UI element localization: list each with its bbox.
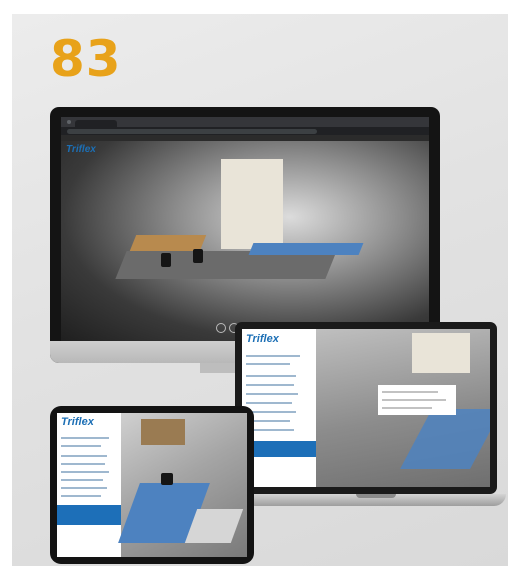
tablet-sidebar: Triflex bbox=[57, 413, 121, 557]
laptop: Triflex bbox=[235, 322, 497, 494]
popup-line bbox=[382, 391, 438, 393]
menu-item[interactable] bbox=[61, 487, 107, 489]
laptop-screen: Triflex bbox=[242, 329, 490, 487]
tablet-3d-scene[interactable] bbox=[118, 413, 247, 557]
brand-logo: Triflex bbox=[61, 416, 94, 428]
pedestal bbox=[161, 253, 171, 267]
concrete-slab bbox=[115, 251, 337, 279]
menu-item[interactable] bbox=[246, 393, 298, 395]
browser-address-row bbox=[61, 127, 429, 135]
menu-item[interactable] bbox=[61, 495, 101, 497]
browser-tab[interactable] bbox=[75, 120, 117, 127]
laptop-notch bbox=[356, 494, 396, 498]
window-dot-icon bbox=[67, 120, 71, 124]
blue-membrane bbox=[400, 409, 490, 469]
menu-item[interactable] bbox=[61, 471, 109, 473]
window-frame bbox=[412, 333, 470, 373]
laptop-3d-scene[interactable] bbox=[316, 329, 490, 487]
address-bar[interactable] bbox=[67, 128, 317, 134]
menu-item[interactable] bbox=[61, 455, 107, 457]
tablet: Triflex bbox=[50, 406, 254, 564]
info-popup[interactable] bbox=[378, 385, 456, 415]
waterproofing-layer bbox=[248, 243, 364, 255]
nav-line bbox=[246, 363, 290, 365]
3d-viewer-scene[interactable]: Triflex bbox=[61, 141, 429, 341]
popup-line bbox=[382, 399, 446, 401]
menu-item[interactable] bbox=[61, 479, 103, 481]
pedestal bbox=[161, 473, 173, 485]
monitor-screen: Triflex bbox=[61, 117, 429, 341]
page: 83 Triflex Triflex Triflex bbox=[0, 0, 520, 573]
tablet-screen: Triflex bbox=[57, 413, 247, 557]
nav-line bbox=[246, 355, 300, 357]
menu-item[interactable] bbox=[246, 411, 296, 413]
nav-line bbox=[61, 445, 101, 447]
popup-line bbox=[382, 407, 432, 409]
brand-logo: Triflex bbox=[66, 144, 96, 155]
nav-line bbox=[61, 437, 109, 439]
browser-tab-bar bbox=[61, 117, 429, 127]
wood-deck bbox=[141, 419, 185, 445]
prev-arrow-icon[interactable] bbox=[216, 323, 226, 333]
menu-item[interactable] bbox=[61, 463, 105, 465]
menu-item[interactable] bbox=[246, 384, 294, 386]
menu-item[interactable] bbox=[246, 402, 292, 404]
page-number: 83 bbox=[50, 30, 122, 88]
pedestal bbox=[193, 249, 203, 263]
brand-logo: Triflex bbox=[246, 333, 279, 345]
facade-wall bbox=[221, 159, 283, 249]
sidebar-blue-panel bbox=[57, 505, 121, 525]
menu-item[interactable] bbox=[246, 375, 296, 377]
